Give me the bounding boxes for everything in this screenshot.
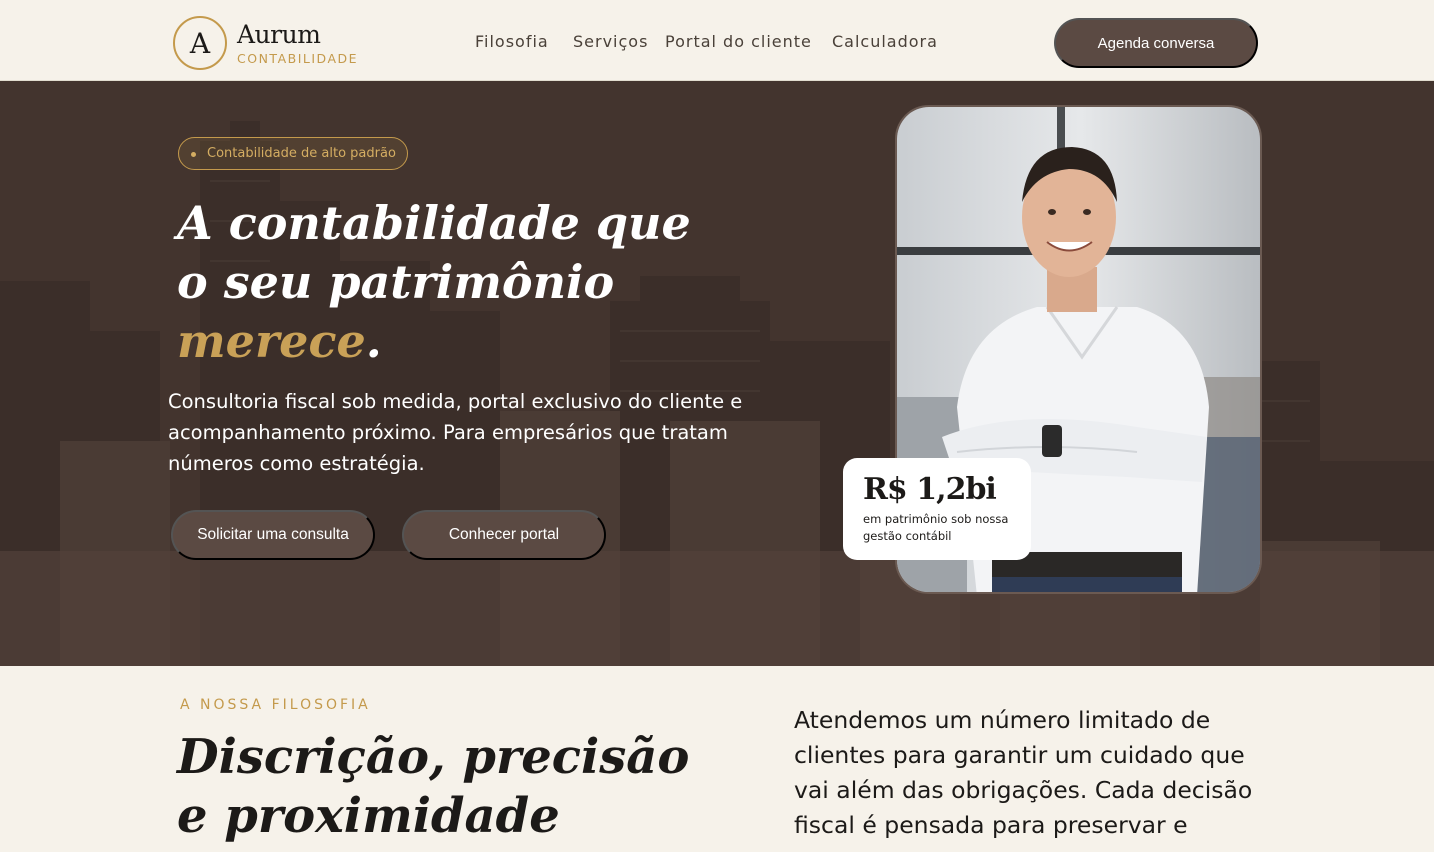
hero-description: Consultoria fiscal sob medida, portal ex… xyxy=(168,390,743,475)
nav-link-portal[interactable]: Portal do cliente xyxy=(665,32,812,51)
schedule-button[interactable]: Agenda conversa xyxy=(1054,18,1258,68)
nav-link-calculadora[interactable]: Calculadora xyxy=(832,32,938,51)
brand-name[interactable]: Aurum xyxy=(237,20,321,49)
badge-dot-icon xyxy=(191,152,196,157)
hero-title-end: . xyxy=(365,314,382,368)
badge-label: Contabilidade de alto padrão xyxy=(207,146,396,161)
stat-card: R$ 1,2bi em patrimônio sob nossa gestão … xyxy=(843,458,1031,560)
philosophy-title-line2: e proximidade xyxy=(177,788,560,844)
hero-title-line1: A contabilidade que xyxy=(177,196,691,250)
site-header: A Aurum CONTABILIDADE Filosofia Serviços… xyxy=(0,0,1434,81)
hero-title: A contabilidade que o seu patrimônio mer… xyxy=(177,194,817,371)
brand-subtitle: CONTABILIDADE xyxy=(237,51,359,66)
premium-badge: Contabilidade de alto padrão xyxy=(178,137,408,170)
hero-title-line2: o seu patrimônio xyxy=(177,255,615,309)
logo-mark[interactable]: A xyxy=(173,16,227,70)
philosophy-title-line1: Discrição, precisão xyxy=(177,729,690,785)
stat-label: em patrimônio sob nossa gestão contábil xyxy=(863,512,1009,543)
hero-title-highlight: merece xyxy=(177,314,366,368)
portal-button[interactable]: Conhecer portal xyxy=(402,510,606,560)
hero-section: Contabilidade de alto padrão A contabili… xyxy=(0,81,1434,666)
nav-link-servicos[interactable]: Serviços xyxy=(573,32,648,51)
philosophy-title: Discrição, precisão e proximidade xyxy=(177,728,697,846)
nav-link-filosofia[interactable]: Filosofia xyxy=(475,32,549,51)
stat-value: R$ 1,2bi xyxy=(863,472,997,507)
philosophy-text: Atendemos um número limitado de clientes… xyxy=(794,706,1253,839)
philosophy-eyebrow: A NOSSA FILOSOFIA xyxy=(180,697,371,713)
request-consultation-button[interactable]: Solicitar uma consulta xyxy=(171,510,375,560)
